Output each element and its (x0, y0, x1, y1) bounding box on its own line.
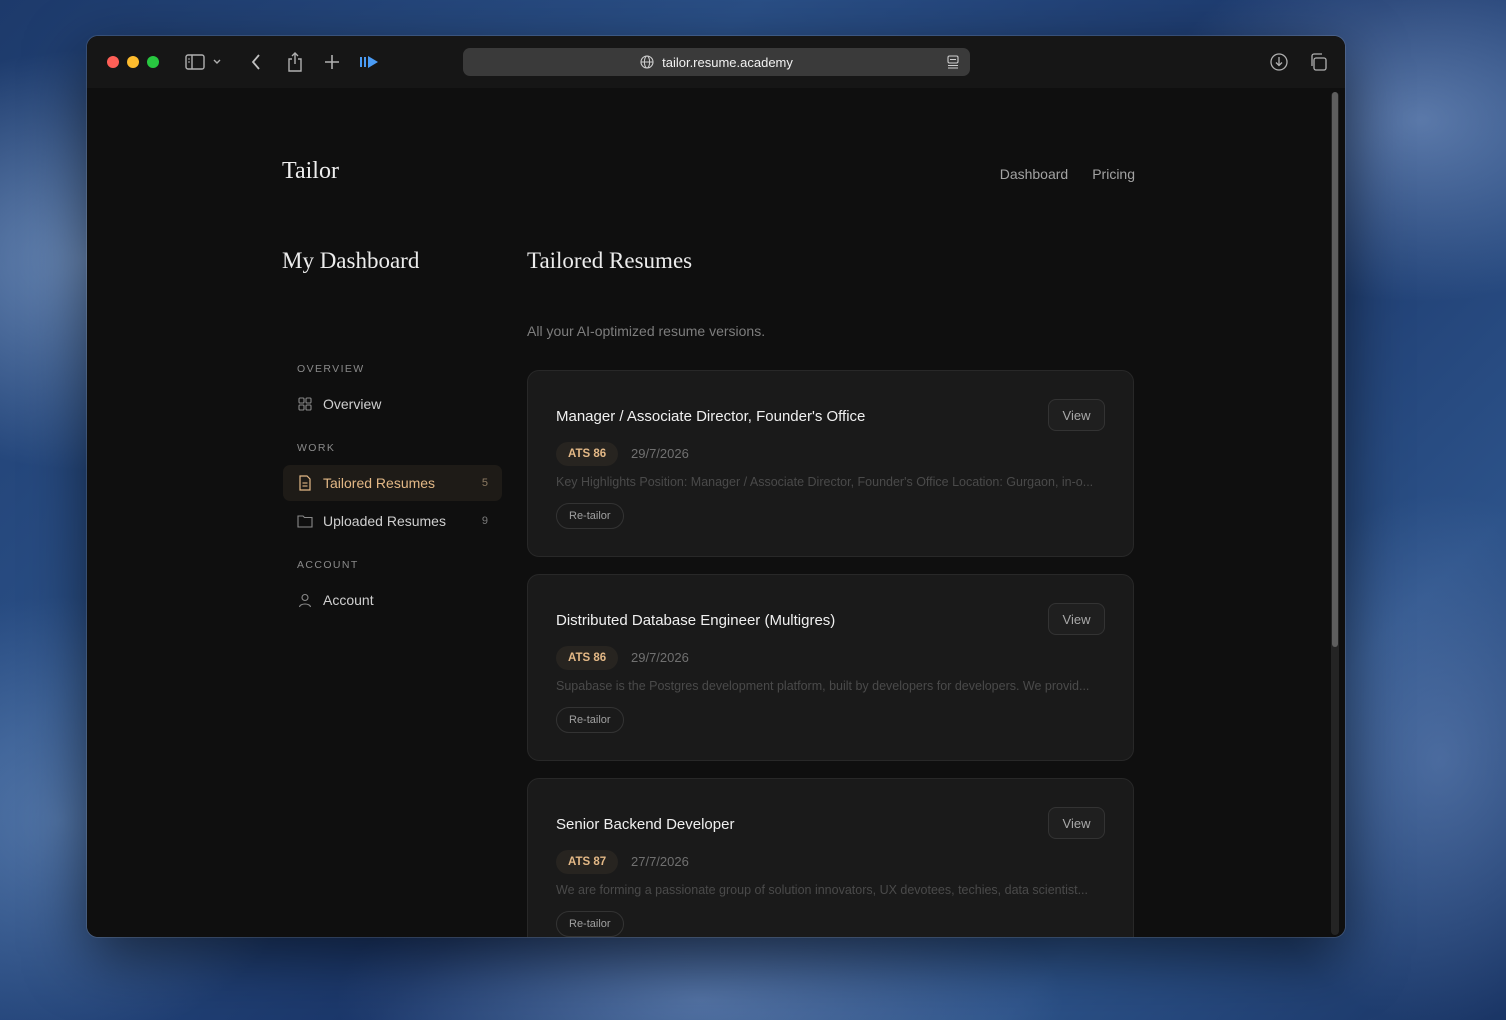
globe-icon (640, 55, 654, 69)
sidebar-item-tailored-resumes[interactable]: Tailored Resumes 5 (283, 465, 502, 501)
view-button[interactable]: View (1048, 603, 1105, 635)
ats-score-badge: ATS 87 (556, 850, 619, 874)
document-icon (297, 475, 313, 491)
resume-snippet: Supabase is the Postgres development pla… (556, 679, 1090, 693)
section-label-overview: OVERVIEW (297, 363, 365, 375)
new-tab-icon[interactable] (320, 50, 344, 74)
zoom-window-button[interactable] (147, 56, 159, 68)
share-icon[interactable] (283, 50, 307, 74)
ats-score-badge: ATS 86 (556, 646, 619, 670)
page-content: Tailor Dashboard Pricing My Dashboard OV… (87, 88, 1345, 937)
tabs-icon[interactable] (1306, 50, 1330, 74)
grid-icon (297, 396, 313, 412)
browser-toolbar: tailor.resume.academy (87, 36, 1345, 88)
count-badge: 5 (481, 477, 488, 489)
scrollbar-thumb[interactable] (1332, 92, 1338, 647)
extension-icon[interactable] (357, 50, 381, 74)
sidebar-title: My Dashboard (282, 248, 420, 273)
sidebar-icon[interactable] (183, 50, 207, 74)
resume-date: 27/7/2026 (631, 854, 689, 869)
resume-date: 29/7/2026 (631, 446, 689, 461)
count-badge: 9 (481, 515, 488, 527)
address-bar[interactable]: tailor.resume.academy (463, 48, 970, 76)
resume-card[interactable]: Manager / Associate Director, Founder's … (527, 370, 1134, 557)
resume-title: Manager / Associate Director, Founder's … (556, 408, 866, 425)
page-title: Tailored Resumes (527, 248, 693, 273)
page-subtitle: All your AI-optimized resume versions. (527, 323, 766, 339)
resume-snippet: Key Highlights Position: Manager / Assoc… (556, 475, 1094, 489)
brand-logo[interactable]: Tailor (282, 158, 339, 185)
download-icon[interactable] (1267, 50, 1291, 74)
nav-pricing-link[interactable]: Pricing (1092, 166, 1135, 182)
sidebar-item-overview[interactable]: Overview (283, 386, 502, 422)
resume-snippet: We are forming a passionate group of sol… (556, 883, 1089, 897)
section-label-account: ACCOUNT (297, 559, 359, 571)
resume-card[interactable]: Senior Backend Developer View ATS 87 27/… (527, 778, 1134, 937)
sidebar-item-label: Uploaded Resumes (323, 513, 446, 529)
minimize-window-button[interactable] (127, 56, 139, 68)
re-tailor-button[interactable]: Re-tailor (556, 503, 624, 529)
ats-score-badge: ATS 86 (556, 442, 619, 466)
folder-icon (297, 513, 313, 529)
sidebar-item-label: Tailored Resumes (323, 475, 436, 491)
view-button[interactable]: View (1048, 807, 1105, 839)
top-nav: Dashboard Pricing (1000, 166, 1135, 182)
user-icon (297, 592, 313, 608)
scrollbar[interactable] (1331, 92, 1339, 935)
re-tailor-button[interactable]: Re-tailor (556, 707, 624, 733)
back-icon[interactable] (244, 50, 268, 74)
section-label-work: WORK (297, 442, 336, 454)
sidebar-item-account[interactable]: Account (283, 582, 502, 618)
resume-card[interactable]: Distributed Database Engineer (Multigres… (527, 574, 1134, 761)
view-button[interactable]: View (1048, 399, 1105, 431)
reader-icon[interactable] (947, 55, 959, 69)
resume-date: 29/7/2026 (631, 650, 689, 665)
resume-title: Distributed Database Engineer (Multigres… (556, 612, 836, 629)
close-window-button[interactable] (107, 56, 119, 68)
sidebar-item-label: Account (323, 592, 374, 608)
sidebar-item-label: Overview (323, 396, 382, 412)
sidebar-item-uploaded-resumes[interactable]: Uploaded Resumes 9 (283, 503, 502, 539)
chevron-down-icon[interactable] (210, 50, 224, 74)
re-tailor-button[interactable]: Re-tailor (556, 911, 624, 937)
resume-title: Senior Backend Developer (556, 816, 735, 833)
browser-window: tailor.resume.academy Tailor Dashboard P… (87, 36, 1345, 937)
url-text: tailor.resume.academy (662, 54, 793, 70)
nav-dashboard-link[interactable]: Dashboard (1000, 166, 1069, 182)
